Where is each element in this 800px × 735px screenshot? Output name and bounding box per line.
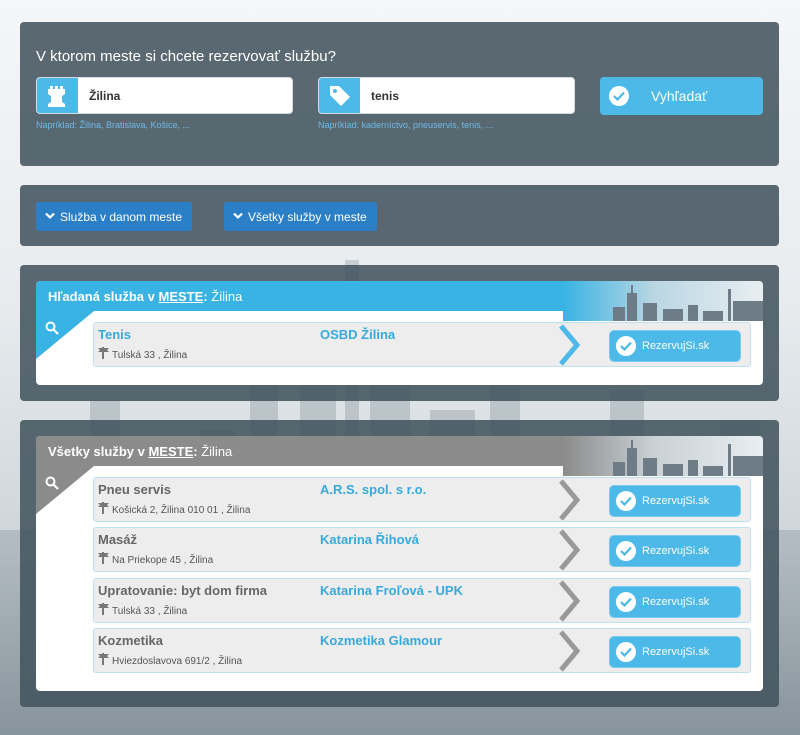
city-hint: Napríklad: Žilina, Bratislava, Košice, .…: [36, 120, 191, 130]
signpost-icon: [98, 347, 109, 359]
service-name: Kozmetika: [98, 633, 164, 648]
skyline-banner: [563, 281, 763, 321]
reserve-button[interactable]: RezervujSi.sk: [609, 485, 741, 517]
service-name: Tenis: [98, 327, 131, 342]
searched-service-panel: Hľadaná služba v MESTE: Žilina Tenis Tul…: [20, 265, 779, 401]
service-name: Masáž: [98, 532, 138, 547]
provider-name: Katarina Froľová - UPK: [320, 583, 463, 598]
service-address: Košická 2, Žilina 010 01 , Žilina: [98, 502, 250, 516]
search-icon: [45, 476, 59, 490]
provider-name: Katarina Řihová: [320, 532, 419, 547]
service-input[interactable]: tenis: [318, 77, 575, 114]
list-item[interactable]: Pneu servis Košická 2, Žilina 010 01 , Ž…: [93, 477, 751, 522]
searched-service-card: Hľadaná služba v MESTE: Žilina Tenis Tul…: [36, 281, 763, 385]
check-circle-icon: [616, 642, 636, 662]
list-item[interactable]: Upratovanie: byt dom firma Tulská 33 , Ž…: [93, 578, 751, 623]
reserve-button[interactable]: RezervujSi.sk: [609, 535, 741, 567]
chevron-right-icon: [559, 529, 581, 571]
service-hint: Napríklad: kaderníctvo, pneuservis, teni…: [318, 120, 494, 130]
service-address: Tulská 33 , Žilina: [98, 347, 187, 361]
signpost-icon: [98, 552, 109, 564]
city-value: Žilina: [89, 89, 121, 103]
side-decoration: [36, 466, 94, 514]
search-question: V ktorom meste si chcete rezervovať služ…: [36, 48, 336, 65]
service-name: Upratovanie: byt dom firma: [98, 583, 268, 598]
all-services-header: Všetky služby v MESTE: Žilina: [36, 436, 763, 476]
provider-name: A.R.S. spol. s r.o.: [320, 482, 427, 497]
reserve-button[interactable]: RezervujSi.sk: [609, 330, 741, 362]
chevron-right-icon: [559, 580, 581, 622]
chevron-down-icon: [45, 212, 55, 220]
signpost-icon: [98, 502, 109, 514]
list-item[interactable]: Kozmetika Hviezdoslavova 691/2 , Žilina …: [93, 628, 751, 673]
service-in-city-toggle[interactable]: Služba v danom meste: [36, 202, 193, 231]
check-circle-icon: [609, 86, 629, 106]
all-services-toggle[interactable]: Všetky služby v meste: [224, 202, 377, 231]
all-services-label: Všetky služby v meste: [248, 209, 367, 224]
toggle-panel: Služba v danom meste Všetky služby v mes…: [20, 185, 779, 246]
check-circle-icon: [616, 592, 636, 612]
service-address: Hviezdoslavova 691/2 , Žilina: [98, 653, 242, 667]
provider-name: Kozmetika Glamour: [320, 633, 443, 648]
tag-icon: [319, 78, 360, 113]
service-in-city-label: Služba v danom meste: [60, 209, 183, 224]
searched-service-title: Hľadaná služba v MESTE: Žilina: [48, 289, 243, 304]
all-services-card: Všetky služby v MESTE: Žilina Pneu servi…: [36, 436, 763, 691]
skyline-banner: [563, 436, 763, 476]
city-input[interactable]: Žilina: [36, 77, 293, 114]
check-circle-icon: [616, 336, 636, 356]
chevron-right-icon: [559, 630, 581, 672]
search-button[interactable]: Vyhľadať: [600, 77, 763, 115]
chevron-right-icon: [559, 479, 581, 521]
service-name: Pneu servis: [98, 482, 171, 497]
chevron-down-icon: [233, 212, 243, 220]
searched-service-header: Hľadaná služba v MESTE: Žilina: [36, 281, 763, 321]
check-circle-icon: [616, 541, 636, 561]
chevron-right-icon: [559, 324, 581, 366]
signpost-icon: [98, 603, 109, 615]
search-icon: [45, 321, 59, 335]
list-item[interactable]: Masáž Na Priekope 45 , Žilina Katarina Ř…: [93, 527, 751, 572]
service-value: tenis: [371, 89, 400, 103]
list-item[interactable]: Tenis Tulská 33 , Žilina OSBD Žilina Rez…: [93, 322, 751, 367]
provider-name: OSBD Žilina: [320, 327, 396, 342]
all-services-title: Všetky služby v MESTE: Žilina: [48, 444, 233, 459]
reserve-button[interactable]: RezervujSi.sk: [609, 636, 741, 668]
reserve-button[interactable]: RezervujSi.sk: [609, 586, 741, 618]
service-address: Na Priekope 45 , Žilina: [98, 552, 213, 566]
check-circle-icon: [616, 491, 636, 511]
rook-icon: [37, 78, 78, 113]
signpost-icon: [98, 653, 109, 665]
search-panel: V ktorom meste si chcete rezervovať služ…: [20, 22, 779, 166]
side-decoration: [36, 311, 94, 359]
search-button-label: Vyhľadať: [651, 88, 708, 104]
all-services-panel: Všetky služby v MESTE: Žilina Pneu servi…: [20, 420, 779, 707]
service-address: Tulská 33 , Žilina: [98, 603, 187, 617]
